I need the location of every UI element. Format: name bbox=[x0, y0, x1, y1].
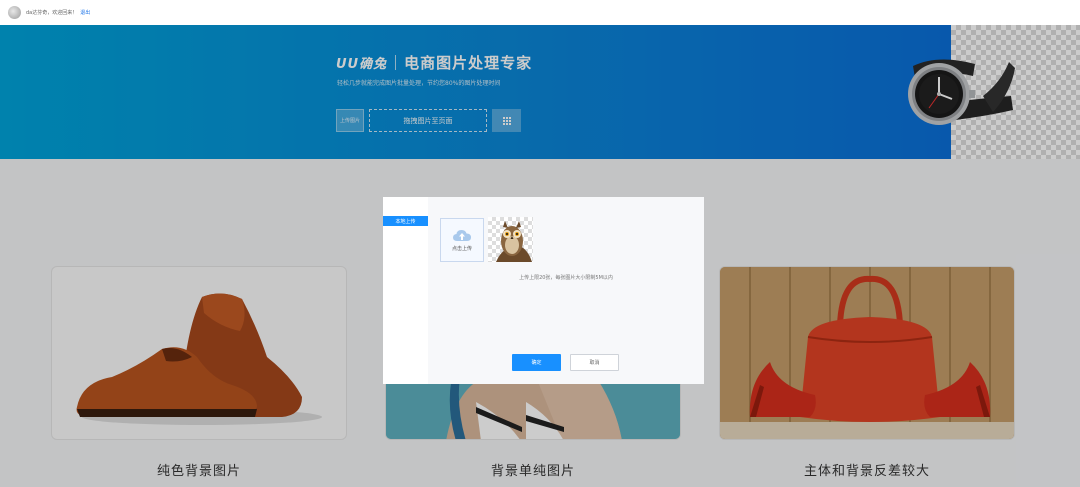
uploaded-thumbnail[interactable] bbox=[488, 217, 533, 262]
upload-limit-hint: 上传上限20张，每张图片大小限制5M以内 bbox=[519, 275, 613, 281]
logout-link[interactable]: 退出 bbox=[80, 9, 90, 16]
cloud-upload-icon bbox=[453, 229, 471, 241]
top-bar: da达芬奇，欢迎回来！ 退出 bbox=[0, 0, 1080, 25]
welcome-text: da达芬奇，欢迎回来！ bbox=[26, 10, 78, 16]
click-upload-label: 点击上传 bbox=[451, 245, 472, 252]
confirm-button[interactable]: 确定 bbox=[512, 354, 561, 371]
owl-image bbox=[496, 221, 532, 262]
click-upload-tile[interactable]: 点击上传 bbox=[440, 218, 484, 262]
dialog-sidebar: 本地上传 bbox=[383, 197, 428, 384]
tab-local-upload[interactable]: 本地上传 bbox=[383, 216, 428, 226]
cancel-button[interactable]: 取消 bbox=[570, 354, 619, 371]
upload-dialog: 本地上传 点击上传 上传上限20张，每张图片大小限制5M以内 确定 取消 bbox=[383, 197, 704, 384]
avatar[interactable] bbox=[8, 6, 21, 19]
